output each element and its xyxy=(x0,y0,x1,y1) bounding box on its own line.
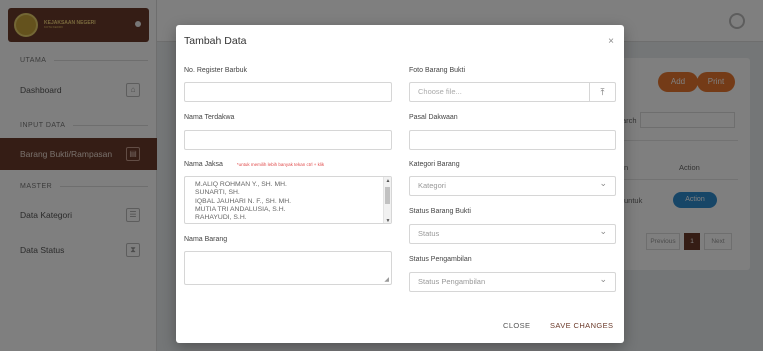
label-status-pengambilan: Status Pengambilan xyxy=(409,256,472,263)
status-bukti-select-value: Status xyxy=(418,229,440,238)
label-nama-jaksa: Nama Jaksa *untuk memilih lebih banyak te… xyxy=(184,161,324,168)
scroll-up-icon[interactable]: ▲ xyxy=(384,178,391,184)
jaksa-option[interactable]: IQBAL JAUHARI N. F., SH. MH. xyxy=(195,198,391,206)
label-foto: Foto Barang Bukti xyxy=(409,67,466,74)
resize-handle-icon[interactable]: ◢ xyxy=(384,276,389,283)
tambah-data-modal: Tambah Data × No. Register Barbuk Nama T… xyxy=(176,25,624,343)
pasal-input[interactable] xyxy=(409,130,616,150)
jaksa-option[interactable]: M.ALIQ ROHMAN Y., SH. MH. xyxy=(195,181,391,189)
label-status-bukti: Status Barang Bukti xyxy=(409,208,471,215)
nama-barang-textarea[interactable]: ◢ xyxy=(184,251,392,285)
status-bukti-select[interactable]: Status xyxy=(409,222,616,244)
status-pengambilan-select[interactable]: Status Pengambilan xyxy=(409,270,616,292)
modal-title: Tambah Data xyxy=(184,35,247,47)
label-no-register: No. Register Barbuk xyxy=(184,67,248,74)
kategori-select-value: Kategori xyxy=(418,181,446,190)
nama-jaksa-multiselect[interactable]: M.ALIQ ROHMAN Y., SH. MH. SUNARTI, SH. I… xyxy=(184,176,392,224)
label-nama-jaksa-text: Nama Jaksa xyxy=(184,161,223,168)
kategori-select[interactable]: Kategori xyxy=(409,174,616,196)
jaksa-option[interactable]: RAHAYUDI, S.H. xyxy=(195,214,391,222)
label-nama-terdakwa: Nama Terdakwa xyxy=(184,114,235,121)
close-button[interactable]: CLOSE xyxy=(503,321,530,330)
scroll-down-icon[interactable]: ▼ xyxy=(384,218,391,223)
upload-icon[interactable]: ⤒ xyxy=(589,83,615,101)
label-pasal: Pasal Dakwaan xyxy=(409,114,458,121)
status-pengambilan-select-value: Status Pengambilan xyxy=(418,277,486,286)
label-nama-barang: Nama Barang xyxy=(184,236,228,243)
foto-file-input[interactable]: Choose file... ⤒ xyxy=(409,82,616,102)
jaksa-option[interactable]: SUNARTI, SH. xyxy=(195,189,391,197)
nama-terdakwa-input[interactable] xyxy=(184,130,392,150)
file-placeholder: Choose file... xyxy=(418,87,462,96)
label-kategori: Kategori Barang xyxy=(409,161,460,168)
jaksa-option[interactable]: MUTIA TRI ANDALUSIA, S.H. xyxy=(195,206,391,214)
save-changes-button[interactable]: SAVE CHANGES xyxy=(550,321,613,330)
no-register-input[interactable] xyxy=(184,82,392,102)
scroll-thumb[interactable] xyxy=(385,187,390,204)
multiselect-scrollbar[interactable]: ▲ ▼ xyxy=(383,177,391,223)
multi-select-hint: *untuk memilih lebih banyak tekan ctrl +… xyxy=(236,162,325,167)
close-icon[interactable]: × xyxy=(608,36,614,47)
